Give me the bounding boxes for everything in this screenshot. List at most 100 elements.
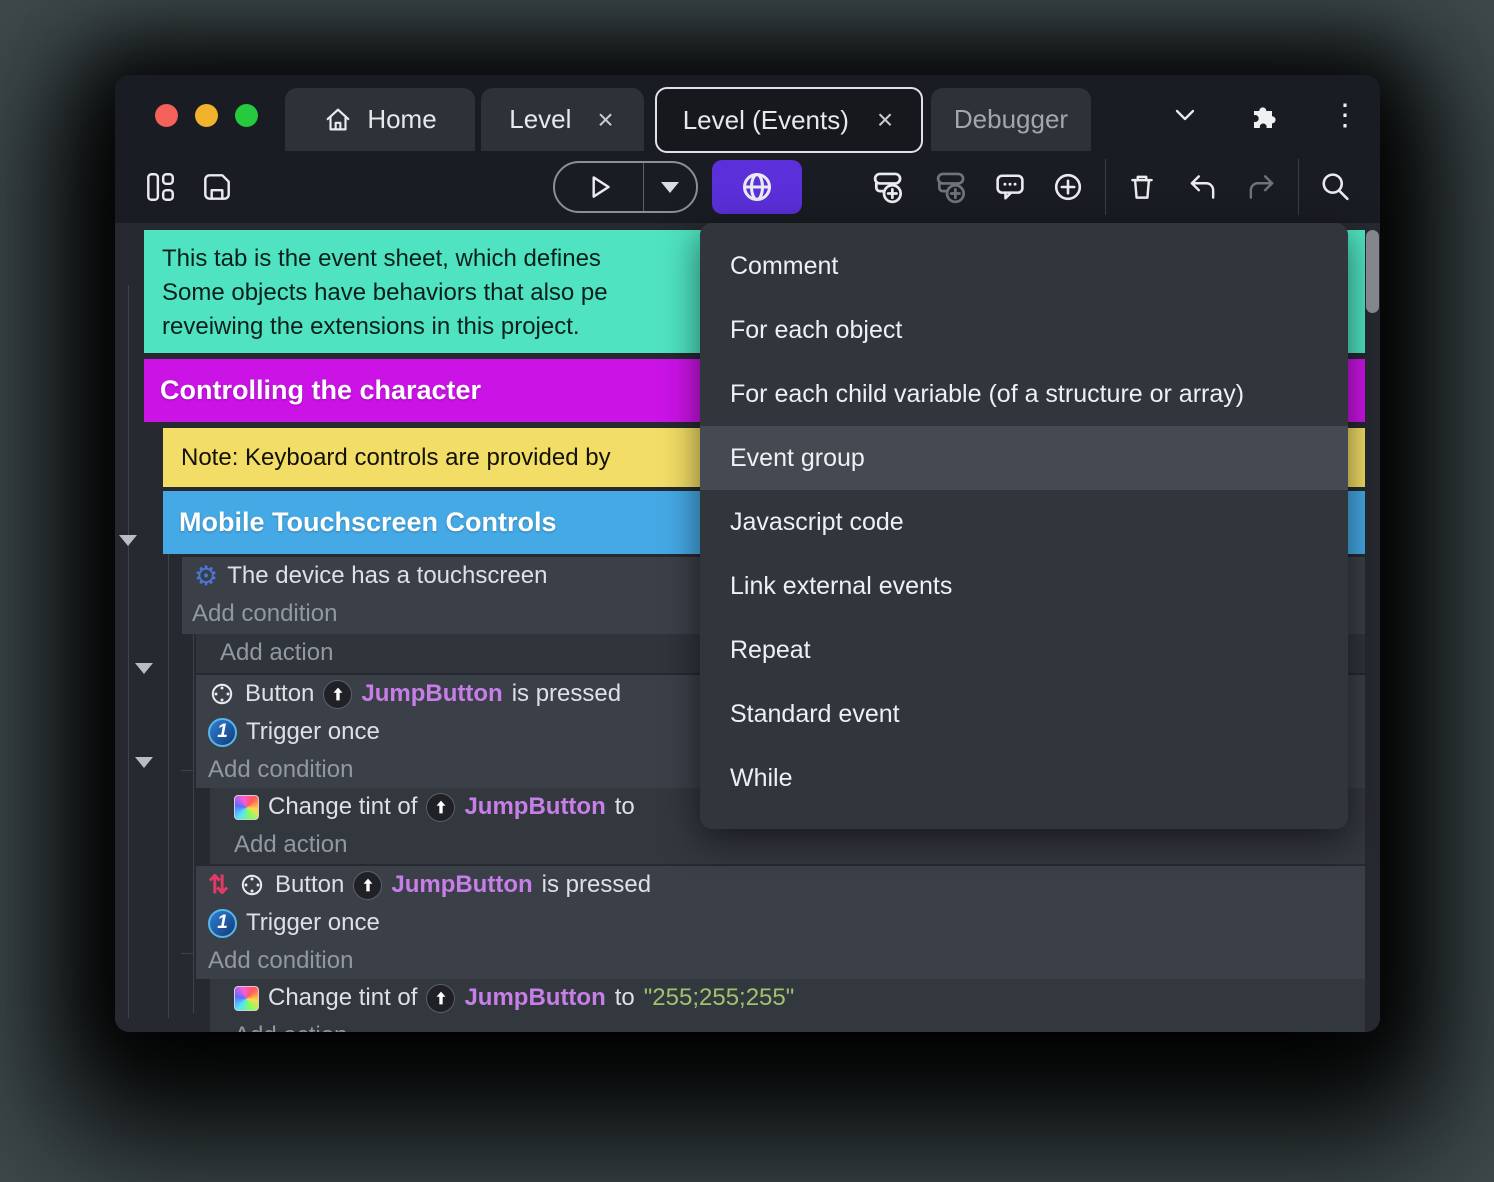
menu-item-comment[interactable]: Comment: [700, 234, 1348, 298]
chevron-down-icon: [1175, 109, 1195, 121]
tab-label: Level (Events): [682, 104, 849, 135]
close-tab-icon[interactable]: ×: [875, 106, 895, 134]
tab-label: Home: [367, 104, 437, 134]
toolbar: [115, 151, 1380, 223]
group-title: Mobile Touchscreen Controls: [179, 507, 557, 537]
menu-item-for-each-child-variable[interactable]: For each child variable (of a structure …: [700, 362, 1348, 426]
minimize-window-button[interactable]: [195, 104, 218, 127]
condition-text: Trigger once: [246, 718, 380, 745]
action-text: to: [614, 984, 635, 1011]
condition-text: is pressed: [511, 680, 622, 707]
button-control-icon: [241, 874, 263, 896]
menu-item-repeat[interactable]: Repeat: [700, 618, 1348, 682]
condition-text: Button: [274, 871, 345, 898]
inverted-condition-icon: ⇅: [208, 870, 229, 899]
group-title: Controlling the character: [160, 375, 482, 405]
play-icon: [592, 176, 610, 198]
vertical-scrollbar-thumb[interactable]: [1366, 230, 1379, 313]
object-thumbnail: [426, 983, 456, 1013]
tab-label: Level: [509, 104, 572, 134]
network-preview-button[interactable]: [712, 160, 802, 214]
add-action-link[interactable]: Add action: [210, 826, 1365, 864]
system-gear-icon: ⚙: [194, 560, 219, 591]
add-condition-link[interactable]: Add condition: [196, 942, 1365, 979]
event-conditions[interactable]: ⇅ Button JumpButton is pressed 1 Trigger…: [196, 866, 1365, 979]
tree-rail: [128, 285, 129, 1018]
tree-tick: [181, 953, 194, 954]
condition-text: Trigger once: [246, 909, 380, 936]
app-window: Home Level × Level (Events) × Debugger ⋮: [115, 75, 1380, 1032]
tint-swatch-icon: [234, 985, 259, 1011]
add-subevent-icon: [936, 172, 966, 204]
object-thumbnail: [353, 870, 383, 900]
object-name: JumpButton: [464, 984, 606, 1011]
object-thumbnail: [323, 679, 353, 709]
trigger-once-icon: 1: [208, 717, 237, 747]
menu-item-event-group[interactable]: Event group: [700, 426, 1348, 490]
tabs-overflow-button[interactable]: [1163, 93, 1207, 137]
preview-options-button[interactable]: [644, 163, 696, 211]
caret-down-icon: [661, 181, 679, 193]
delete-button[interactable]: [1120, 165, 1164, 209]
collapse-arrow-icon[interactable]: [119, 535, 137, 546]
condition-text: Button: [245, 680, 315, 707]
home-icon: [326, 108, 350, 130]
preview-split-button: [553, 161, 698, 213]
button-control-icon: [211, 683, 233, 705]
search-button[interactable]: [1313, 165, 1357, 209]
condition-text: The device has a touchscreen: [227, 562, 548, 589]
tab-level-events[interactable]: Level (Events) ×: [655, 87, 923, 153]
action-text: Change tint of: [268, 793, 418, 820]
menu-item-javascript-code[interactable]: Javascript code: [700, 490, 1348, 554]
trigger-once-icon: 1: [208, 908, 237, 938]
undo-button[interactable]: [1180, 165, 1224, 209]
globe-icon: [742, 172, 772, 202]
action-text: Change tint of: [268, 984, 418, 1011]
tab-level[interactable]: Level ×: [481, 88, 644, 151]
puzzle-icon: [1254, 107, 1276, 128]
tab-debugger[interactable]: Debugger: [931, 88, 1091, 151]
add-event-icon: [873, 172, 903, 204]
object-name: JumpButton: [391, 871, 533, 898]
event-actions[interactable]: Change tint of JumpButton to "255;255;25…: [210, 979, 1365, 1032]
close-window-button[interactable]: [155, 104, 178, 127]
redo-icon: [1249, 175, 1274, 199]
menu-item-while[interactable]: While: [700, 746, 1348, 810]
add-event-context-menu: Comment For each object For each child v…: [700, 223, 1348, 829]
circle-plus-icon: [1054, 173, 1082, 201]
window-menu-button[interactable]: ⋮: [1323, 93, 1367, 137]
close-tab-icon[interactable]: ×: [595, 105, 615, 134]
tab-home[interactable]: Home: [285, 88, 475, 151]
collapse-arrow-icon[interactable]: [135, 663, 153, 674]
condition-text: is pressed: [541, 871, 652, 898]
search-icon: [1322, 173, 1349, 201]
divider: [1298, 159, 1299, 215]
add-comment-button[interactable]: [988, 165, 1032, 209]
collapse-arrow-icon[interactable]: [135, 757, 153, 768]
extensions-button[interactable]: [1241, 93, 1285, 137]
add-event-button[interactable]: [865, 165, 909, 209]
menu-item-link-external-events[interactable]: Link external events: [700, 554, 1348, 618]
zoom-window-button[interactable]: [235, 104, 258, 127]
action-text: to: [614, 793, 635, 820]
titlebar: Home Level × Level (Events) × Debugger ⋮: [115, 75, 1380, 153]
object-name: JumpButton: [361, 680, 503, 707]
kebab-icon: ⋮: [1330, 98, 1360, 132]
add-button[interactable]: [1046, 165, 1090, 209]
save-button[interactable]: [195, 165, 239, 209]
tree-rail: [168, 523, 169, 1018]
undo-icon: [1190, 175, 1215, 199]
redo-button[interactable]: [1240, 165, 1284, 209]
note-text: Note: Keyboard controls are provided by: [181, 443, 611, 471]
project-manager-button[interactable]: [138, 165, 182, 209]
add-action-link[interactable]: Add action: [210, 1017, 1365, 1032]
add-subevent-button[interactable]: [928, 165, 972, 209]
object-thumbnail: [426, 792, 456, 822]
save-icon: [204, 174, 230, 200]
comment-bubble-icon: [996, 174, 1024, 200]
preview-play-button[interactable]: [555, 163, 643, 211]
menu-item-standard-event[interactable]: Standard event: [700, 682, 1348, 746]
panels-layout-icon: [147, 173, 174, 201]
divider: [1105, 159, 1106, 215]
menu-item-for-each-object[interactable]: For each object: [700, 298, 1348, 362]
